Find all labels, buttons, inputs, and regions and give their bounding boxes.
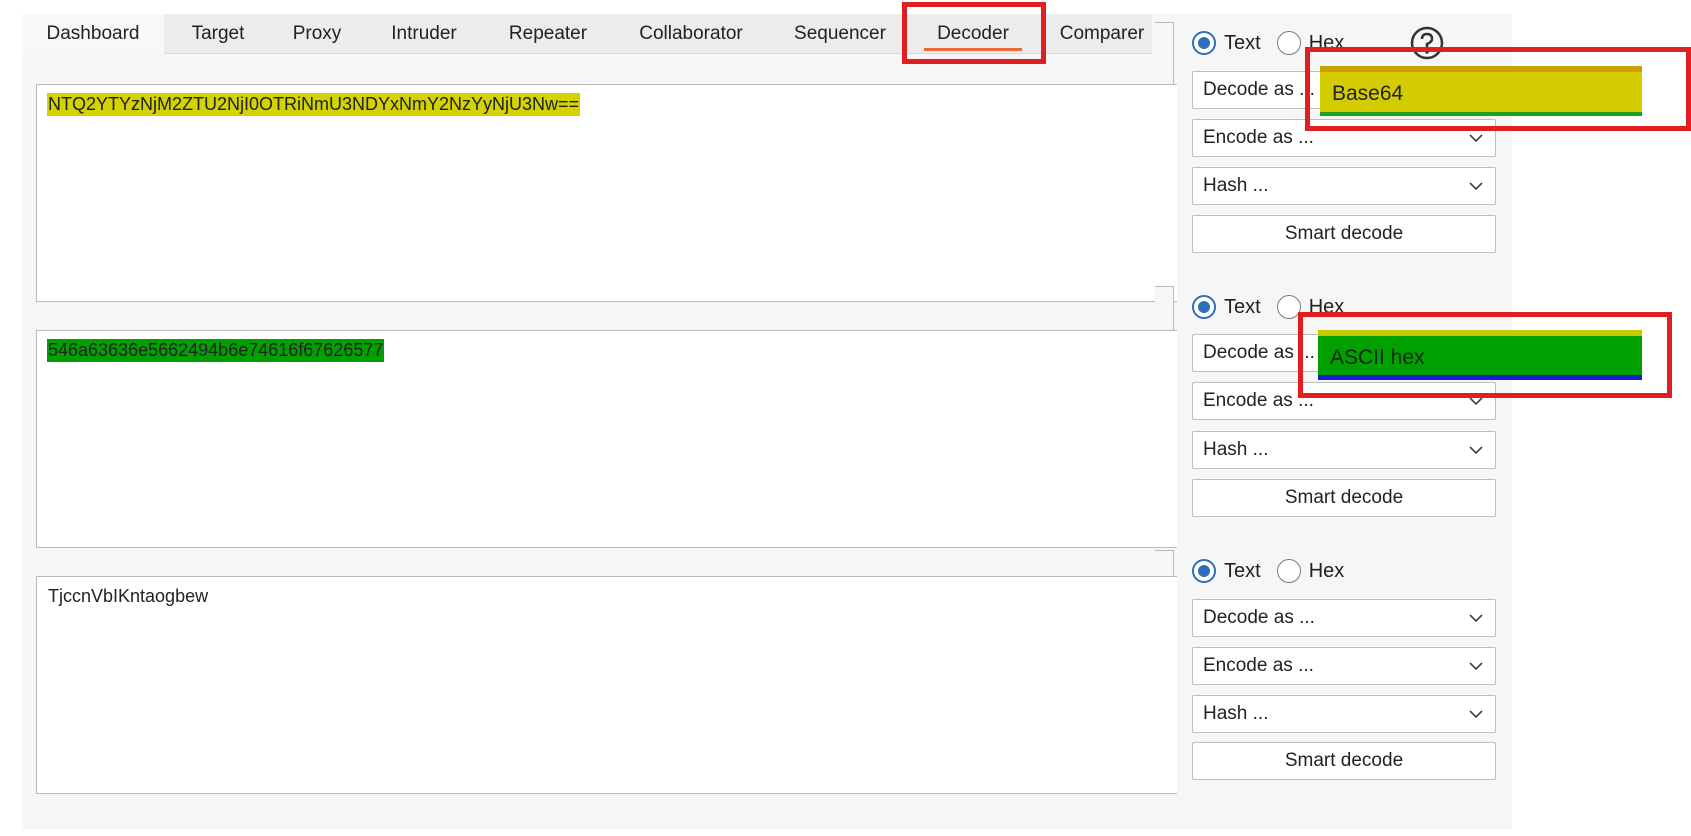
radio-text-1[interactable] [1192, 31, 1216, 55]
smart-decode-button-1[interactable]: Smart decode [1192, 215, 1496, 253]
tab-label: Comparer [1059, 23, 1145, 44]
editor-1[interactable]: NTQ2YTYzNjM2ZTU2NjI0OTRiNmU3NDYxNmY2NzYy… [36, 84, 1177, 302]
chevron-down-icon [1469, 446, 1483, 455]
tab-label: Sequencer [794, 23, 886, 44]
annotation-box-base64 [1305, 47, 1691, 131]
smart-decode-button-3[interactable]: Smart decode [1192, 742, 1496, 780]
smart-decode-label: Smart decode [1284, 223, 1404, 244]
radio-hex-label: Hex [1308, 559, 1345, 582]
chevron-down-icon [1469, 182, 1483, 191]
hash-select-1[interactable]: Hash ... [1192, 167, 1496, 205]
editor-3[interactable]: TjccnVbIKntaogbew [36, 576, 1177, 794]
editor-1-content[interactable]: NTQ2YTYzNjM2ZTU2NjI0OTRiNmU3NDYxNmY2NzYy… [47, 93, 581, 116]
tab-label: Proxy [292, 23, 342, 44]
encode-as-label: Encode as ... [1203, 655, 1314, 676]
radio-text-2[interactable] [1192, 295, 1216, 319]
tab-dashboard[interactable]: Dashboard [22, 14, 164, 54]
tab-label: Target [191, 23, 245, 44]
radio-text-label: Text [1224, 31, 1261, 54]
smart-decode-label: Smart decode [1284, 750, 1404, 771]
encode-as-label: Encode as ... [1203, 127, 1314, 148]
radio-text-label: Text [1224, 295, 1261, 318]
chevron-down-icon [1469, 662, 1483, 671]
hash-select-2[interactable]: Hash ... [1192, 431, 1496, 469]
hash-label: Hash ... [1203, 703, 1269, 724]
decode-as-select-3[interactable]: Decode as ... [1192, 599, 1496, 637]
tab-proxy[interactable]: Proxy [272, 14, 362, 54]
radio-hex-3[interactable] [1276, 559, 1301, 583]
radio-text-label: Text [1224, 559, 1261, 582]
hash-select-3[interactable]: Hash ... [1192, 695, 1496, 733]
decode-as-label: Decode as ... [1203, 607, 1315, 628]
decode-as-label: Decode as ... [1203, 79, 1315, 100]
hash-label: Hash ... [1203, 175, 1269, 196]
editor-3-content[interactable]: TjccnVbIKntaogbew [47, 585, 209, 608]
annotation-box-ascii-hex [1298, 312, 1672, 398]
tab-collaborator[interactable]: Collaborator [622, 14, 760, 54]
editor-2[interactable]: 546a63636e5662494b6e74616f67626577 [36, 330, 1177, 548]
chevron-down-icon [1469, 614, 1483, 623]
tab-target[interactable]: Target [172, 14, 264, 54]
tab-label: Collaborator [639, 23, 743, 44]
tab-label: Dashboard [46, 23, 140, 44]
annotation-box-decoder-tab [902, 2, 1046, 64]
tab-label: Intruder [391, 23, 457, 44]
encode-as-select-3[interactable]: Encode as ... [1192, 647, 1496, 685]
radio-text-3[interactable] [1192, 559, 1216, 583]
editor-2-content[interactable]: 546a63636e5662494b6e74616f67626577 [47, 339, 385, 362]
tab-label: Repeater [508, 23, 588, 44]
tab-repeater[interactable]: Repeater [496, 14, 600, 54]
tab-intruder[interactable]: Intruder [372, 14, 476, 54]
tab-comparer[interactable]: Comparer [1046, 14, 1158, 54]
chevron-down-icon [1469, 710, 1483, 719]
smart-decode-label: Smart decode [1284, 487, 1404, 508]
smart-decode-button-2[interactable]: Smart decode [1192, 479, 1496, 517]
hash-label: Hash ... [1203, 439, 1269, 460]
panel-3-format-radios: Text Hex [1192, 556, 1360, 586]
tab-sequencer[interactable]: Sequencer [780, 14, 900, 54]
radio-hex-1[interactable] [1276, 31, 1301, 55]
